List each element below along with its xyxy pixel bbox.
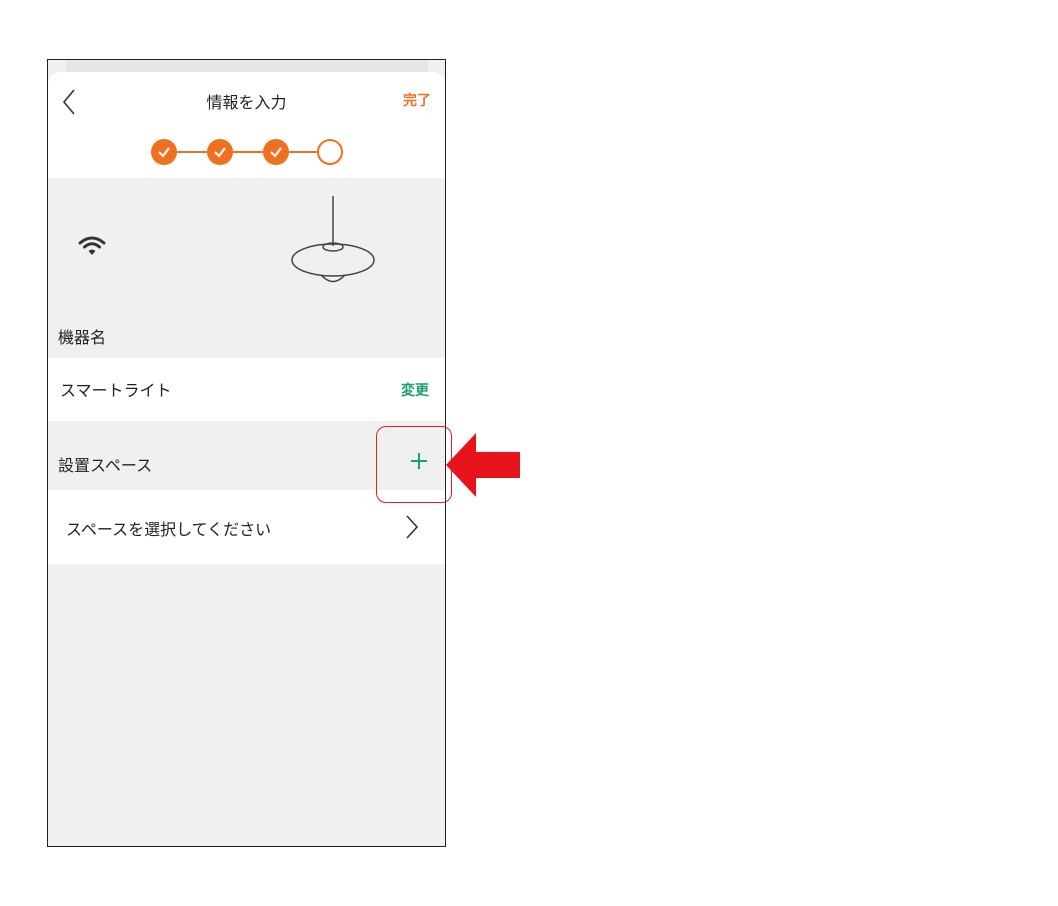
progress-steps bbox=[151, 138, 343, 166]
check-icon bbox=[158, 147, 170, 158]
page-title: 情報を入力 bbox=[206, 93, 287, 112]
pointer-arrow-icon bbox=[446, 433, 520, 497]
device-preview bbox=[48, 178, 445, 358]
check-icon bbox=[214, 147, 226, 158]
step-4-current bbox=[317, 139, 343, 165]
chevron-right-icon bbox=[406, 515, 419, 539]
device-name-label: 機器名 bbox=[58, 328, 107, 347]
done-button[interactable]: 完了 bbox=[403, 90, 431, 110]
device-name-row: スマートライト 変更 bbox=[48, 358, 445, 421]
check-icon bbox=[270, 147, 282, 158]
highlight-box bbox=[376, 426, 452, 503]
step-2-complete bbox=[207, 139, 233, 165]
select-space-text: スペースを選択してください bbox=[66, 520, 272, 539]
step-connector bbox=[233, 151, 263, 153]
change-name-button[interactable]: 変更 bbox=[401, 380, 429, 400]
wifi-icon bbox=[78, 236, 106, 255]
install-space-label: 設置スペース bbox=[58, 456, 153, 475]
device-name-value: スマートライト bbox=[60, 381, 172, 400]
step-connector bbox=[289, 151, 319, 153]
step-connector bbox=[177, 151, 207, 153]
step-1-complete bbox=[151, 139, 177, 165]
step-3-complete bbox=[263, 139, 289, 165]
pendant-lamp-icon bbox=[291, 196, 375, 283]
header: 情報を入力 完了 bbox=[48, 72, 445, 178]
